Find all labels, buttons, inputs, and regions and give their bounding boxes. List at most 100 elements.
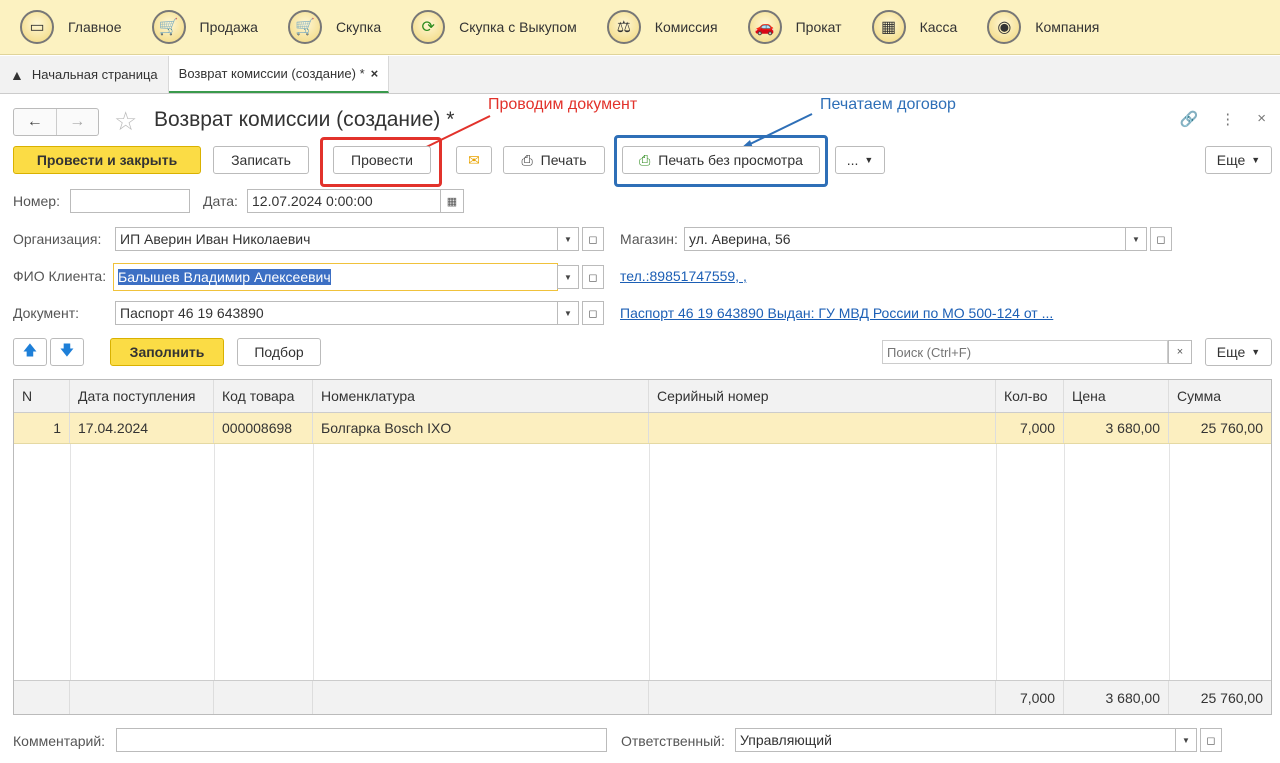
column-header[interactable]: Серийный номер bbox=[649, 380, 996, 412]
table-header: N Дата поступления Код товара Номенклату… bbox=[14, 380, 1271, 413]
number-label: Номер: bbox=[13, 193, 60, 209]
envelope-icon: ✉ bbox=[468, 151, 480, 168]
chevron-down-icon[interactable]: ▼ bbox=[557, 301, 579, 325]
post-button[interactable]: Провести bbox=[333, 146, 431, 174]
chevron-down-icon[interactable]: ▼ bbox=[1125, 227, 1147, 251]
home-icon: ▲ bbox=[10, 66, 24, 83]
printer-check-icon: ⎙ bbox=[639, 151, 651, 168]
favorite-star-icon[interactable]: ☆ bbox=[114, 106, 137, 137]
row-receipt-date: 17.04.2024 bbox=[70, 413, 214, 443]
calendar-icon[interactable]: ▦ bbox=[440, 189, 464, 213]
open-icon[interactable]: ◻ bbox=[1200, 728, 1222, 752]
section-buyup-redeem[interactable]: ⟳ Скупка с Выкупом bbox=[391, 0, 587, 54]
number-field[interactable] bbox=[70, 189, 190, 213]
section-label: Прокат bbox=[795, 19, 842, 35]
column-header[interactable]: Дата поступления bbox=[70, 380, 214, 412]
chevron-down-icon[interactable]: ▼ bbox=[1175, 728, 1197, 752]
open-icon[interactable]: ◻ bbox=[582, 301, 604, 325]
client-field[interactable]: Балышев Владимир Алексеевич bbox=[113, 263, 558, 291]
close-icon[interactable]: × bbox=[1257, 110, 1266, 128]
section-rent[interactable]: 🚗 Прокат bbox=[728, 0, 852, 54]
chevron-down-icon: ▼ bbox=[1251, 347, 1261, 357]
column-header[interactable]: Кол-во bbox=[996, 380, 1064, 412]
fill-button[interactable]: Заполнить bbox=[110, 338, 224, 366]
more-vertical-icon[interactable]: ⋮ bbox=[1220, 110, 1235, 128]
move-down-button[interactable]: 🡇 bbox=[50, 338, 84, 366]
print-no-preview-label: Печать без просмотра bbox=[658, 152, 803, 168]
basket-icon: 🛒 bbox=[287, 10, 322, 44]
title-actions: 🔗 ⋮ × bbox=[1180, 110, 1266, 128]
close-icon[interactable]: × bbox=[371, 66, 379, 81]
more-button[interactable]: Еще ▼ bbox=[1205, 146, 1272, 174]
link-icon[interactable]: 🔗 bbox=[1180, 110, 1199, 128]
row-qty: 7,000 bbox=[996, 413, 1064, 443]
section-label: Скупка с Выкупом bbox=[459, 19, 577, 35]
chevron-down-icon[interactable]: ▼ bbox=[557, 227, 579, 251]
post-and-close-button[interactable]: Провести и закрыть bbox=[13, 146, 201, 174]
tab-home[interactable]: ▲ Начальная страница bbox=[0, 56, 169, 93]
organization-label: Организация: bbox=[13, 231, 102, 247]
more-commands-dropdown[interactable]: ... ▼ bbox=[835, 146, 885, 174]
section-main[interactable]: ▭ Главное bbox=[0, 0, 132, 54]
dots-label: ... bbox=[846, 152, 859, 168]
goods-table: N Дата поступления Код товара Номенклату… bbox=[13, 379, 1272, 715]
forward-arrow-icon[interactable]: → bbox=[55, 109, 99, 135]
shop-field[interactable]: ул. Аверина, 56 bbox=[684, 227, 1126, 251]
back-arrow-icon[interactable]: ← bbox=[14, 109, 56, 135]
comment-field[interactable] bbox=[116, 728, 607, 752]
table-footer: 7,000 3 680,00 25 760,00 bbox=[14, 680, 1271, 714]
move-up-button[interactable]: 🡅 bbox=[13, 338, 47, 366]
client-value: Балышев Владимир Алексеевич bbox=[118, 269, 331, 285]
clear-search-icon[interactable]: × bbox=[1168, 340, 1192, 364]
section-label: Главное bbox=[68, 19, 122, 35]
document-details-link[interactable]: Паспорт 46 19 643890 Выдан: ГУ МВД Росси… bbox=[620, 305, 1053, 321]
column-header[interactable]: N bbox=[14, 380, 70, 412]
arrow-up-icon: 🡅 bbox=[22, 342, 38, 358]
email-button[interactable]: ✉ bbox=[456, 146, 492, 174]
section-label: Касса bbox=[919, 19, 958, 35]
client-label: ФИО Клиента: bbox=[13, 268, 107, 284]
history-nav: ← → bbox=[13, 108, 99, 136]
print-button[interactable]: ⎙ Печать bbox=[503, 146, 605, 174]
open-icon[interactable]: ◻ bbox=[582, 227, 604, 251]
document-label: Документ: bbox=[13, 305, 79, 321]
section-commission[interactable]: ⚖ Комиссия bbox=[587, 0, 728, 54]
column-header[interactable]: Сумма bbox=[1169, 380, 1271, 412]
row-sum: 25 760,00 bbox=[1200, 420, 1263, 436]
section-company[interactable]: ◉ Компания bbox=[967, 0, 1109, 54]
section-label: Продажа bbox=[199, 19, 258, 35]
responsible-field[interactable]: Управляющий bbox=[735, 728, 1176, 752]
refresh-icon: ⟳ bbox=[411, 10, 446, 44]
section-label: Скупка bbox=[335, 19, 382, 35]
organization-field[interactable]: ИП Аверин Иван Николаевич bbox=[115, 227, 558, 251]
write-button[interactable]: Записать bbox=[213, 146, 309, 174]
open-icon[interactable]: ◻ bbox=[582, 265, 604, 289]
date-field[interactable]: 12.07.2024 0:00:00 bbox=[247, 189, 441, 213]
tab-label: Возврат комиссии (создание) * bbox=[178, 66, 365, 81]
client-phone-link[interactable]: тел.:89851747559, , bbox=[620, 268, 747, 284]
section-cash[interactable]: ▦ Касса bbox=[852, 0, 968, 54]
open-icon[interactable]: ◻ bbox=[1150, 227, 1172, 251]
tab-current-document[interactable]: Возврат комиссии (создание) * × bbox=[168, 56, 390, 93]
total-sum: 25 760,00 bbox=[1200, 689, 1263, 706]
company-icon: ◉ bbox=[987, 10, 1022, 44]
section-buyup[interactable]: 🛒 Скупка bbox=[268, 0, 391, 54]
chevron-down-icon[interactable]: ▼ bbox=[557, 265, 579, 289]
table-search-input[interactable] bbox=[882, 340, 1168, 364]
column-header[interactable]: Цена bbox=[1064, 380, 1169, 412]
row-price: 3 680,00 bbox=[1064, 413, 1169, 443]
annotation-print-label: Печатаем договор bbox=[818, 96, 958, 114]
table-more-button[interactable]: Еще ▼ bbox=[1205, 338, 1272, 366]
column-header[interactable]: Код товара bbox=[214, 380, 313, 412]
page-title: Возврат комиссии (создание) * bbox=[154, 108, 455, 131]
section-sales[interactable]: 🛒 Продажа bbox=[132, 0, 268, 54]
column-header[interactable]: Номенклатура bbox=[313, 380, 649, 412]
chevron-down-icon: ▼ bbox=[864, 155, 874, 165]
table-row[interactable]: 1 17.04.2024 000008698 Болгарка Bosch IX… bbox=[14, 413, 1271, 444]
tab-label: Начальная страница bbox=[31, 67, 158, 82]
document-field[interactable]: Паспорт 46 19 643890 bbox=[115, 301, 558, 325]
annotation-post-label: Проводим документ bbox=[486, 96, 640, 114]
select-button[interactable]: Подбор bbox=[237, 338, 321, 366]
print-no-preview-button[interactable]: ⎙ Печать без просмотра bbox=[622, 146, 820, 174]
shop-label: Магазин: bbox=[620, 231, 678, 247]
